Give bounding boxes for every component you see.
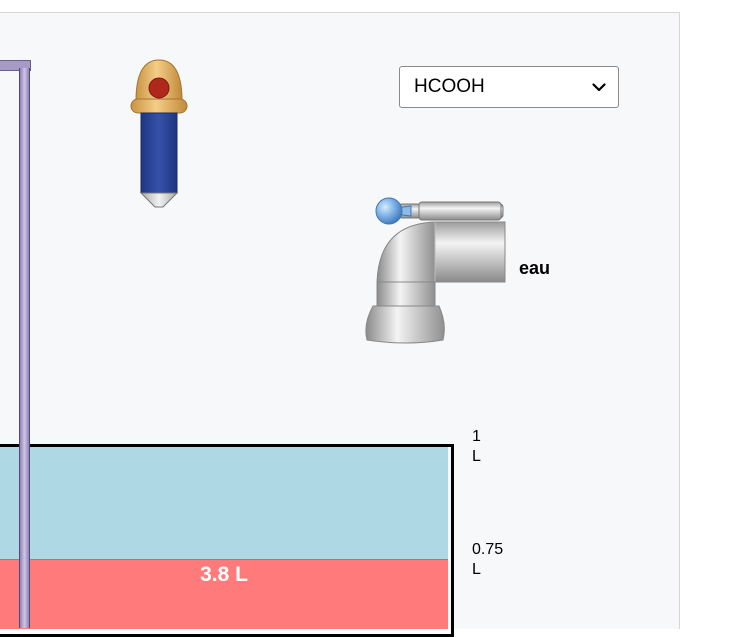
beaker bbox=[0, 444, 454, 637]
beaker-fill-line bbox=[0, 444, 454, 447]
dropper[interactable] bbox=[130, 57, 190, 217]
chevron-down-icon bbox=[592, 82, 606, 92]
solute-select[interactable]: HCOOH bbox=[399, 66, 619, 108]
probe-rod[interactable] bbox=[19, 68, 30, 628]
water-faucet-icon bbox=[365, 197, 506, 344]
beaker-tick-1: 1 L bbox=[472, 427, 492, 467]
beaker-tick-0.75: 0.75 L bbox=[472, 540, 512, 580]
water-faucet[interactable] bbox=[365, 194, 510, 354]
tick-unit: L bbox=[472, 448, 481, 465]
tick-value: 0.75 bbox=[472, 541, 504, 558]
tick-value: 1 bbox=[472, 428, 481, 445]
dropper-icon bbox=[130, 59, 188, 208]
tick-unit: L bbox=[472, 561, 481, 578]
faucet-label: eau bbox=[519, 258, 551, 278]
solute-select-value: HCOOH bbox=[414, 76, 485, 97]
